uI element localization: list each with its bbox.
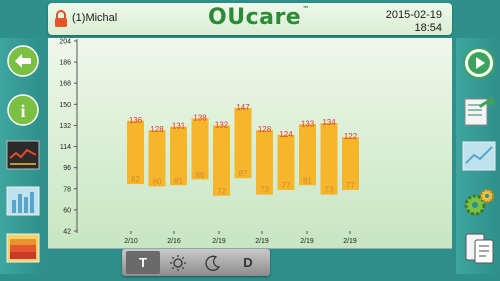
moon-icon	[205, 255, 221, 271]
x-tick-label: 2/19	[255, 238, 269, 245]
bar-high-label: 147	[236, 103, 250, 112]
bar-low-label: 72	[217, 187, 226, 196]
bar-low-label: 87	[239, 169, 248, 178]
bp-chart: 42 60 78 96 114 132 150 168 186 204 136 82 128 80 131 8…	[59, 39, 359, 245]
y-tick-label: 78	[63, 186, 71, 193]
day-view-button[interactable]	[161, 251, 195, 274]
bar-low-label: 81	[174, 176, 183, 185]
x-tick-label: 2/16	[167, 238, 181, 245]
bar-low-label: 77	[346, 181, 355, 190]
y-tick-label: 186	[59, 60, 71, 67]
bar-high-label: 128	[258, 125, 272, 134]
bar-high-label: 131	[172, 122, 186, 131]
daily-view-button[interactable]: D	[231, 251, 265, 274]
y-tick-label: 42	[63, 229, 71, 236]
bar-high-label: 138	[193, 113, 207, 122]
y-tick-label: 114	[60, 144, 71, 151]
bar-high-label: 132	[215, 120, 229, 129]
x-tick-label: 2/19	[343, 238, 357, 245]
x-tick-label: 2/19	[300, 238, 314, 245]
total-view-button[interactable]: T	[126, 251, 160, 274]
bp-bar	[320, 123, 338, 195]
y-tick-label: 204	[59, 39, 71, 46]
sun-icon	[170, 254, 186, 271]
y-tick-label: 168	[59, 81, 71, 88]
y-tick-label: 60	[63, 207, 71, 214]
night-view-button[interactable]	[196, 251, 230, 274]
bp-bar	[234, 107, 252, 179]
bar-high-label: 124	[279, 130, 293, 139]
bar-low-label: 82	[131, 175, 140, 184]
bar-high-label: 122	[344, 132, 358, 141]
bar-low-label: 80	[153, 177, 162, 186]
bar-high-label: 128	[150, 125, 164, 134]
y-tick-label: 132	[59, 123, 71, 130]
bar-low-label: 73	[260, 186, 269, 195]
bar-low-label: 77	[282, 181, 291, 190]
view-mode-toolbar: T D	[122, 249, 270, 276]
bar-high-label: 134	[322, 118, 336, 127]
bar-high-label: 133	[301, 119, 315, 128]
y-tick-label: 96	[63, 165, 71, 172]
bar-low-label: 86	[196, 170, 205, 179]
bar-low-label: 73	[325, 186, 334, 195]
bp-bar	[213, 125, 230, 196]
x-tick-label: 2/10	[124, 238, 138, 245]
y-tick-label: 150	[59, 102, 71, 109]
bar-low-label: 81	[303, 176, 312, 185]
bar-high-label: 136	[129, 116, 143, 125]
x-tick-label: 2/19	[212, 238, 226, 245]
